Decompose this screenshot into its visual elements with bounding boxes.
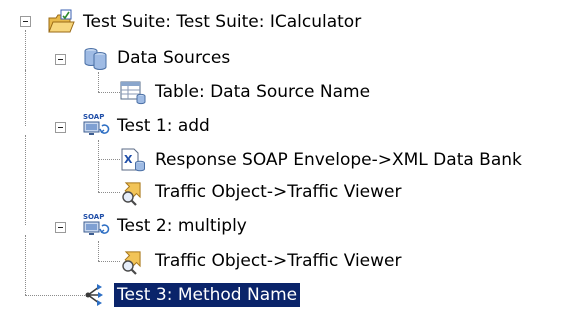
soap-client-icon: SOAP <box>80 112 110 140</box>
tree-connector <box>25 135 26 225</box>
traffic-viewer-icon <box>118 247 148 275</box>
soap-client-icon: SOAP <box>80 212 110 240</box>
test-suite-folder-icon <box>46 8 76 36</box>
data-sources-icon <box>80 44 110 72</box>
test-case-tree: Test Suite: Test Suite: ICalculator Data… <box>0 0 574 311</box>
tree-node-label: Test 3: Method Name <box>114 283 301 307</box>
collapse-toggle-test-suite[interactable] <box>20 16 31 27</box>
collapse-toggle-test-1[interactable] <box>55 122 66 133</box>
tree-connector <box>25 30 26 70</box>
tree-connector <box>98 159 120 160</box>
tree-node-data-sources[interactable]: Data Sources <box>80 43 233 73</box>
traffic-viewer-icon <box>118 178 148 206</box>
tree-node-label: Response SOAP Envelope->XML Data Bank <box>155 150 522 170</box>
tree-node-test-1[interactable]: SOAP Test 1: add <box>80 111 213 141</box>
xml-data-bank-icon: X <box>118 146 148 174</box>
tree-node-test-2[interactable]: SOAP Test 2: multiply <box>80 211 250 241</box>
tree-node-test-suite[interactable]: Test Suite: Test Suite: ICalculator <box>46 7 364 37</box>
tree-node-table[interactable]: Table: Data Source Name <box>118 77 373 107</box>
tree-node-label: Test Suite: Test Suite: ICalculator <box>83 12 362 32</box>
svg-text:SOAP: SOAP <box>83 113 104 121</box>
svg-text:SOAP: SOAP <box>83 213 104 221</box>
tree-node-label: Test 2: multiply <box>117 216 247 236</box>
tree-node-xml-data-bank[interactable]: X Response SOAP Envelope->XML Data Bank <box>118 145 525 175</box>
tree-connector <box>25 295 85 296</box>
tree-node-label: Table: Data Source Name <box>155 82 371 102</box>
method-test-icon <box>80 281 110 309</box>
collapse-toggle-test-2[interactable] <box>55 222 66 233</box>
tree-connector <box>98 140 99 192</box>
tree-node-traffic-viewer-2[interactable]: Traffic Object->Traffic Viewer <box>118 246 405 276</box>
tree-node-traffic-viewer-1[interactable]: Traffic Object->Traffic Viewer <box>118 177 405 207</box>
tree-connector <box>98 92 120 93</box>
tree-node-label: Data Sources <box>117 48 231 68</box>
tree-node-test-3[interactable]: Test 3: Method Name <box>80 280 301 310</box>
collapse-toggle-data-sources[interactable] <box>55 54 66 65</box>
tree-connector <box>98 192 120 193</box>
svg-text:X: X <box>124 153 133 166</box>
tree-connector <box>25 70 26 126</box>
tree-node-label: Traffic Object->Traffic Viewer <box>155 182 402 202</box>
tree-node-label: Traffic Object->Traffic Viewer <box>155 251 402 271</box>
table-icon <box>118 78 148 106</box>
tree-connector <box>98 261 120 262</box>
tree-node-label: Test 1: add <box>117 116 210 136</box>
tree-connector <box>25 235 26 295</box>
tree-connector <box>98 72 99 92</box>
tree-connector <box>98 241 99 261</box>
